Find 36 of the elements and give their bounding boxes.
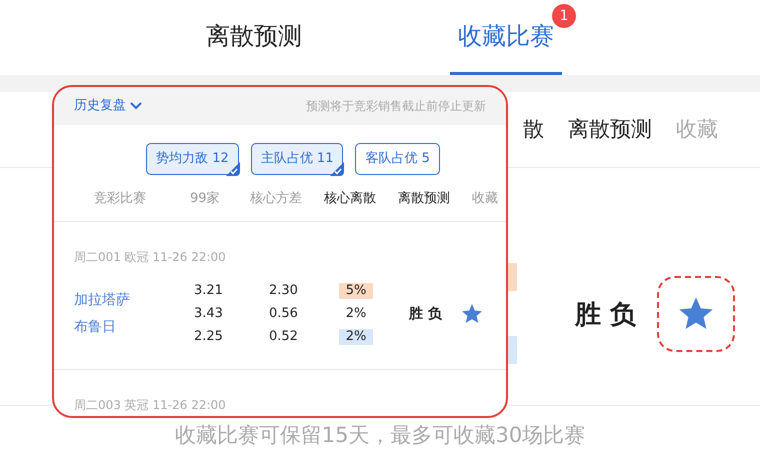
column-header: 竞彩比赛: [93, 190, 147, 208]
chevron-down-icon: [130, 102, 142, 110]
dispersion-value: 2%: [339, 329, 373, 345]
column-header: 散: [523, 116, 544, 143]
dispersion-value: 2%: [344, 306, 368, 322]
team-name[interactable]: 布鲁日: [74, 317, 194, 338]
odds-value: 3.43: [194, 305, 224, 324]
footer-note: 收藏比赛可保留15天，最多可收藏30场比赛: [174, 422, 586, 449]
history-dropdown[interactable]: 历史复盘: [74, 96, 142, 116]
prediction-text: 胜 负: [575, 299, 636, 332]
column-header: 核心方差: [250, 190, 303, 208]
variance-value: 2.30: [269, 282, 299, 300]
favorite-button[interactable]: [657, 276, 735, 352]
column-header: 收藏: [676, 116, 718, 143]
odds-value: 2.25: [194, 328, 224, 346]
column-header: 离散预测: [398, 190, 451, 208]
notification-badge: 1: [552, 4, 576, 28]
team-name[interactable]: 加拉塔萨: [74, 290, 194, 311]
odds-value: 3.21: [194, 282, 224, 300]
checkmark-icon: [330, 162, 344, 176]
column-header: 99家: [190, 190, 221, 208]
notice-text: 预测将于竞彩销售截止前停止更新: [306, 98, 486, 115]
match-info: 周二001 欧冠 11-26 22:00: [74, 248, 227, 266]
column-header: 收藏: [472, 190, 499, 208]
column-header: 离散预测: [568, 116, 652, 143]
match-info: 周二003 英冠 11-26 22:00: [74, 396, 227, 414]
variance-value: 0.56: [269, 305, 299, 324]
variance-value: 0.52: [269, 328, 299, 346]
filter-chip[interactable]: 客队占优 5: [355, 143, 440, 175]
filter-chip[interactable]: 主队占优 11: [250, 143, 344, 175]
tab[interactable]: 离散预测: [198, 0, 310, 75]
checkmark-icon: [226, 162, 240, 176]
prediction-text: 胜 负: [409, 304, 442, 324]
column-header: 核心离散: [324, 190, 377, 208]
filter-chip[interactable]: 势均力敌 12: [146, 143, 239, 175]
dispersion-value: 5%: [339, 283, 373, 299]
